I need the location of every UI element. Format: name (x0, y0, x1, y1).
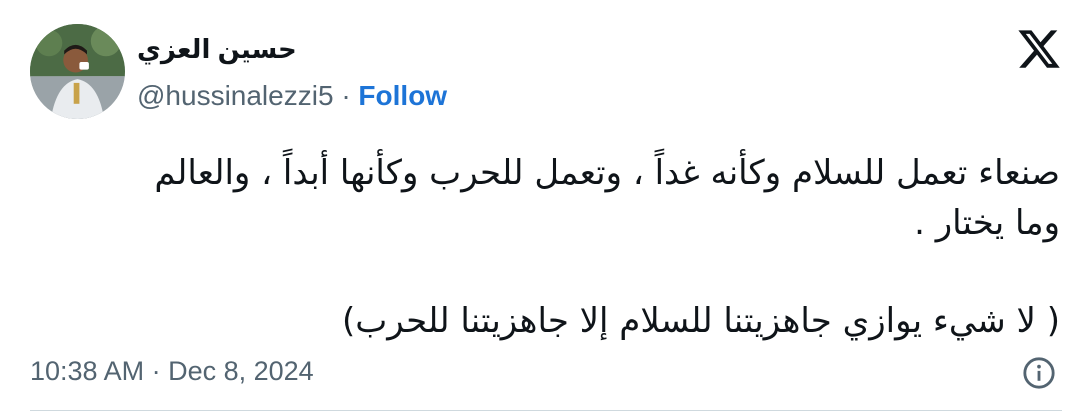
tweet-line: وما يختار . (914, 203, 1060, 243)
separator-dot: · (341, 80, 351, 111)
tweet-timestamp[interactable]: 10:38 AM · Dec 8, 2024 (30, 356, 314, 387)
author-meta-row: @hussinalezzi5 · Follow (137, 80, 447, 112)
tweet-line: ( لا شيء يوازي جاهزيتنا للسلام إلا جاهزي… (342, 301, 1060, 341)
info-icon[interactable] (1022, 356, 1056, 390)
tweet-card: حسين العزي @hussinalezzi5 · Follow صنعاء… (0, 0, 1092, 414)
avatar[interactable] (30, 24, 125, 119)
divider (30, 410, 1062, 411)
tweet-line: صنعاء تعمل للسلام وكأنه غداً ، وتعمل للح… (154, 153, 1060, 193)
x-logo-icon[interactable] (1016, 26, 1062, 72)
profile-photo-icon (30, 24, 125, 119)
author-display-name[interactable]: حسين العزي (137, 34, 297, 65)
follow-button[interactable]: Follow (358, 80, 447, 111)
tweet-body: صنعاء تعمل للسلام وكأنه غداً ، وتعمل للح… (30, 148, 1060, 346)
author-handle[interactable]: @hussinalezzi5 (137, 80, 334, 111)
